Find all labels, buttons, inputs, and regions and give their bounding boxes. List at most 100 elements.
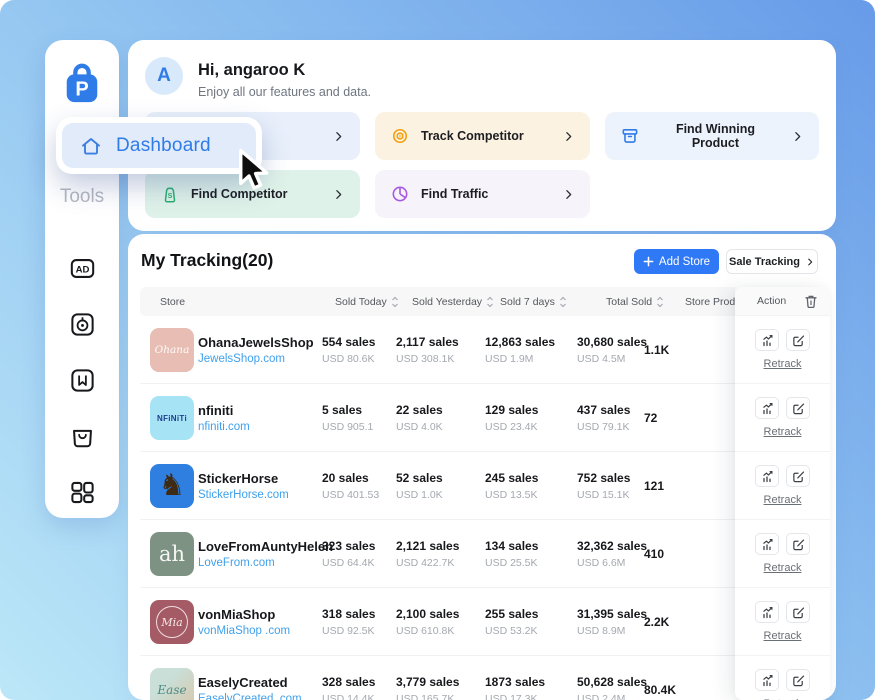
table-row: Ohana OhanaJewelsShop JewelsShop.com 554… <box>140 316 735 384</box>
stats-button[interactable] <box>755 601 779 623</box>
total-sold-value: 50,628 sales <box>577 675 647 689</box>
total-sold-value: 31,395 sales <box>577 607 647 621</box>
home-icon <box>79 134 103 158</box>
product-box-icon <box>620 126 640 146</box>
stats-button[interactable] <box>755 329 779 351</box>
table-row: NFiNiTi nfiniti nfiniti.com 5 salesUSD 9… <box>140 384 735 452</box>
svg-text:AD: AD <box>75 264 89 275</box>
retrack-link[interactable]: Retrack <box>764 494 802 506</box>
sold-today-usd: USD 64.4K <box>322 557 375 569</box>
store-domain-link[interactable]: LoveFrom.com <box>198 557 333 569</box>
chevron-right-icon <box>805 257 815 267</box>
sold-today-value: 20 sales <box>322 471 379 485</box>
edit-button[interactable] <box>786 465 810 487</box>
svg-text:S: S <box>168 192 173 200</box>
retrack-link[interactable]: Retrack <box>764 426 802 438</box>
retrack-link[interactable]: Retrack <box>764 630 802 642</box>
table-row: Ease EaselyCreated EaselyCreated .com 32… <box>140 656 735 700</box>
edit-icon <box>792 674 805 687</box>
sidebar-item-dashboard[interactable]: Dashboard <box>62 123 256 168</box>
sidebar-item-saved[interactable] <box>67 365 97 395</box>
column-header-sold-yesterday[interactable]: Sold Yesterday <box>412 287 494 316</box>
store-products-value: 72 <box>644 411 657 425</box>
sale-tracking-button[interactable]: Sale Tracking <box>726 249 818 274</box>
stats-chart-icon <box>761 538 774 551</box>
sold-yesterday-usd: USD 1.0K <box>396 489 443 501</box>
retrack-link[interactable]: Retrack <box>764 358 802 370</box>
column-header-action: Action <box>757 295 786 307</box>
tools-section-label: Tools <box>45 186 119 208</box>
sold-yesterday-value: 22 sales <box>396 403 443 417</box>
sidebar-item-store[interactable] <box>67 421 97 451</box>
sold-yesterday-usd: USD 308.1K <box>396 353 459 365</box>
trash-icon <box>804 294 818 309</box>
shop-bag-icon <box>69 423 96 450</box>
sold-7days-value: 255 sales <box>485 607 538 621</box>
store-domain-link[interactable]: nfiniti.com <box>198 421 250 433</box>
sidebar: P Tools AD <box>45 40 119 518</box>
sold-7days-value: 134 sales <box>485 539 538 553</box>
edit-button[interactable] <box>786 533 810 555</box>
feature-tile-track-competitor[interactable]: Track Competitor <box>375 112 590 160</box>
total-sold-value: 437 sales <box>577 403 630 417</box>
total-sold-usd: USD 79.1K <box>577 421 630 433</box>
stats-button[interactable] <box>755 669 779 691</box>
column-header-total-sold[interactable]: Total Sold <box>606 287 664 316</box>
stats-button[interactable] <box>755 533 779 555</box>
shopping-bag-logo-icon: P <box>61 60 103 106</box>
app-logo[interactable]: P <box>61 60 103 111</box>
sidebar-item-tracking[interactable] <box>67 309 97 339</box>
feature-tile-find-winning-product[interactable]: Find Winning Product <box>605 112 819 160</box>
column-header-sold-today[interactable]: Sold Today <box>335 287 399 316</box>
store-domain-link[interactable]: JewelsShop.com <box>198 353 314 365</box>
retrack-link[interactable]: Retrack <box>764 562 802 574</box>
stats-button[interactable] <box>755 465 779 487</box>
chevron-right-icon <box>791 130 804 143</box>
store-domain-link[interactable]: vonMiaShop .com <box>198 625 290 637</box>
action-row: Retrack <box>735 588 830 656</box>
column-header-sold-7-days[interactable]: Sold 7 days <box>500 287 567 316</box>
delete-all-button[interactable] <box>804 294 818 309</box>
sold-7days-value: 12,863 sales <box>485 335 555 349</box>
store-name: EaselyCreated <box>198 675 302 690</box>
action-panel: Action <box>735 287 830 700</box>
add-store-button[interactable]: Add Store <box>634 249 719 274</box>
target-icon <box>390 126 410 146</box>
store-domain-link[interactable]: StickerHorse.com <box>198 489 289 501</box>
total-sold-usd: USD 4.5M <box>577 353 647 365</box>
feature-tile-find-traffic[interactable]: Find Traffic <box>375 170 590 218</box>
store-avatar: Ohana <box>150 328 194 372</box>
sold-7days-usd: USD 25.5K <box>485 557 538 569</box>
sold-yesterday-value: 3,779 sales <box>396 675 459 689</box>
sold-7days-usd: USD 1.9M <box>485 353 555 365</box>
store-products-value: 2.2K <box>644 615 669 629</box>
sort-icon <box>656 296 664 308</box>
edit-button[interactable] <box>786 329 810 351</box>
store-name: nfiniti <box>198 403 250 418</box>
user-avatar[interactable]: A <box>145 57 183 95</box>
pie-chart-icon <box>390 184 410 204</box>
sold-7days-usd: USD 17.3K <box>485 693 545 700</box>
sold-7days-value: 245 sales <box>485 471 538 485</box>
sidebar-item-apps[interactable] <box>67 477 97 507</box>
table-row: Mia vonMiaShop vonMiaShop .com 318 sales… <box>140 588 735 656</box>
total-sold-usd: USD 6.6M <box>577 557 647 569</box>
table-row: ah LoveFromAuntyHelen LoveFrom.com 323 s… <box>140 520 735 588</box>
store-products-value: 410 <box>644 547 664 561</box>
action-row: Retrack <box>735 520 830 588</box>
store-domain-link[interactable]: EaselyCreated .com <box>198 693 302 700</box>
sold-yesterday-usd: USD 422.7K <box>396 557 459 569</box>
edit-button[interactable] <box>786 669 810 691</box>
sidebar-item-ads[interactable]: AD <box>67 253 97 283</box>
stats-button[interactable] <box>755 397 779 419</box>
total-sold-usd: USD 8.9M <box>577 625 647 637</box>
sold-yesterday-value: 2,117 sales <box>396 335 459 349</box>
app-window: P Tools AD <box>0 0 875 700</box>
action-row: Retrack <box>735 384 830 452</box>
edit-button[interactable] <box>786 601 810 623</box>
edit-button[interactable] <box>786 397 810 419</box>
sort-icon <box>559 296 567 308</box>
greeting-title: Hi, angaroo K <box>198 61 305 80</box>
column-header-store: Store <box>160 287 185 316</box>
mouse-cursor <box>228 146 278 203</box>
